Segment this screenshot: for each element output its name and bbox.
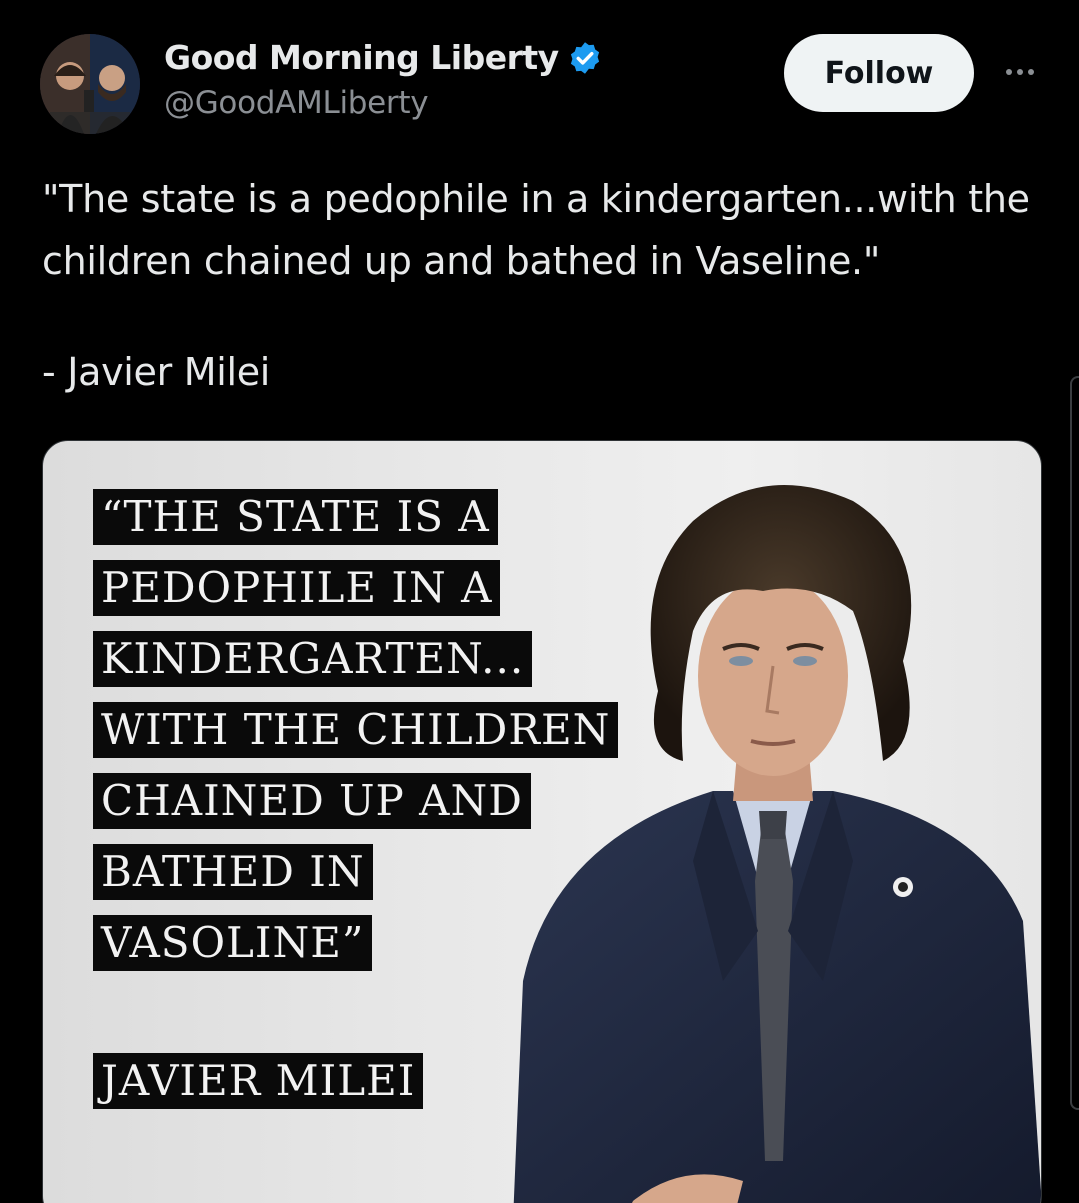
image-quote-line: “THE STATE IS A	[93, 489, 618, 545]
tweet-text-line: "The state is a pedophile in a kindergar…	[42, 177, 1030, 221]
author-display-name[interactable]: Good Morning Liberty	[164, 38, 559, 77]
scrollbar[interactable]	[1070, 376, 1079, 1110]
image-quote-text: KINDERGARTEN...	[93, 631, 533, 687]
author-handle[interactable]: @GoodAMLiberty	[164, 85, 603, 121]
image-quote-text: “THE STATE IS A	[93, 489, 498, 545]
author-avatar[interactable]	[40, 34, 140, 134]
display-name-row: Good Morning Liberty	[164, 38, 603, 77]
tweet-text: "The state is a pedophile in a kindergar…	[42, 168, 1052, 292]
image-quote-line: BATHED IN	[93, 844, 618, 900]
verified-badge-icon[interactable]	[567, 40, 603, 76]
image-quote-text: BATHED IN	[93, 844, 373, 900]
follow-button[interactable]: Follow	[784, 34, 974, 112]
image-quote-text: WITH THE CHILDREN	[93, 702, 619, 758]
image-quote: “THE STATE IS A PEDOPHILE IN A KINDERGAR…	[93, 489, 619, 986]
image-quote-text: VASOLINE”	[93, 915, 373, 971]
more-dot	[1006, 69, 1012, 75]
image-quote-line: VASOLINE”	[93, 915, 618, 971]
image-quote-line: KINDERGARTEN...	[93, 631, 618, 687]
author-info: Good Morning Liberty @GoodAMLiberty	[164, 38, 603, 121]
tweet: Good Morning Liberty @GoodAMLiberty Foll…	[0, 0, 1079, 1203]
image-quote-line: CHAINED UP AND	[93, 773, 618, 829]
podcast-hosts-avatar-icon	[40, 34, 140, 134]
image-quote-author: JAVIER MILEI	[93, 1053, 424, 1109]
tweet-image[interactable]: “THE STATE IS A PEDOPHILE IN A KINDERGAR…	[42, 440, 1042, 1203]
more-dot	[1028, 69, 1034, 75]
image-quote-line: PEDOPHILE IN A	[93, 560, 618, 616]
image-quote-line: WITH THE CHILDREN	[93, 702, 619, 758]
more-options-icon[interactable]	[998, 56, 1042, 88]
image-quote-text: CHAINED UP AND	[93, 773, 531, 829]
image-quote-text: PEDOPHILE IN A	[93, 560, 501, 616]
tweet-attribution: - Javier Milei	[42, 350, 271, 394]
tweet-text-line: children chained up and bathed in Vaseli…	[42, 239, 881, 283]
image-quote-author-text: JAVIER MILEI	[93, 1053, 424, 1109]
more-dot	[1017, 69, 1023, 75]
